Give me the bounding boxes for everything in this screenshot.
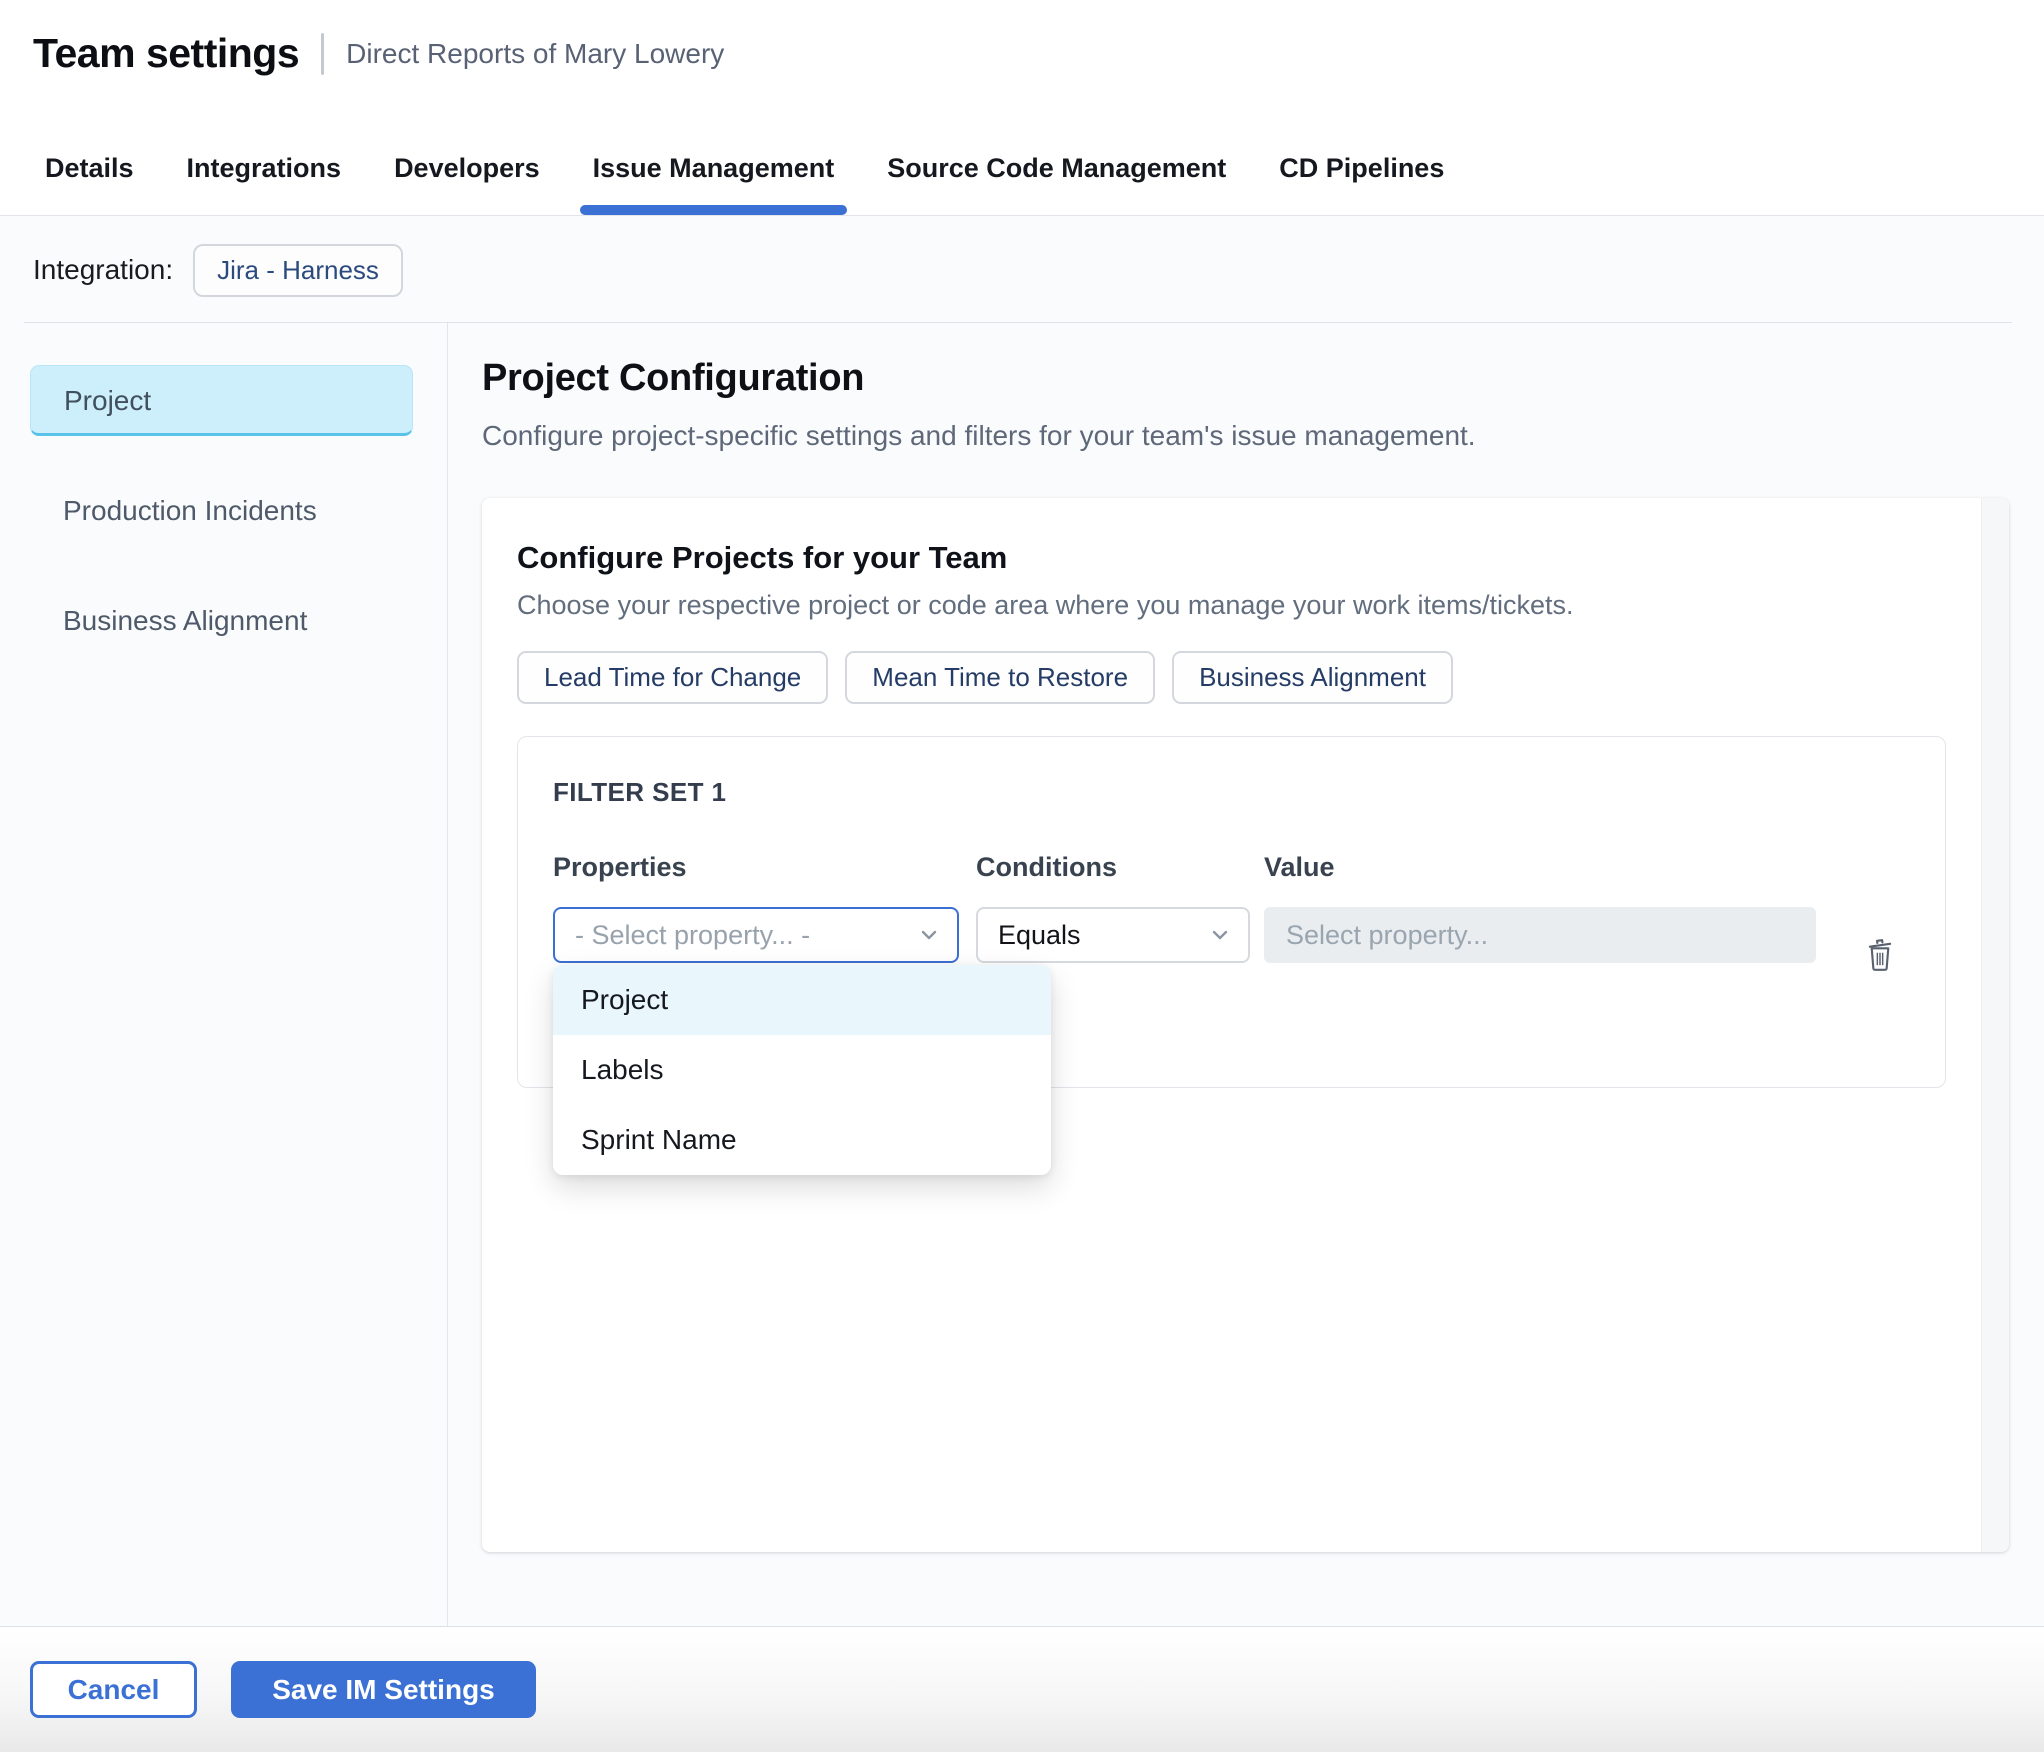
tab-label: CD Pipelines [1279,153,1445,183]
integration-chip[interactable]: Jira - Harness [193,243,403,297]
filter-set-box: FILTER SET 1 Properties - Select propert… [517,736,1946,1175]
sidebar-item[interactable]: Production Incidents [30,476,413,546]
sidebar-item-label: Production Incidents [63,495,317,526]
page-subtitle: Direct Reports of Mary Lowery [346,37,725,69]
integration-bar: Integration: Jira - Harness [0,217,2044,323]
card-subtitle: Choose your respective project or code a… [517,590,1574,620]
dropdown-option-label: Sprint Name [581,1124,737,1155]
filter-set-title: FILTER SET 1 [553,777,727,807]
conditions-label: Conditions [976,852,1117,882]
dropdown-option[interactable]: Sprint Name [553,1105,1051,1175]
title-row: Team settings Direct Reports of Mary Low… [0,0,2044,77]
conditions-select[interactable]: Equals [976,907,1250,963]
tab[interactable]: Details [45,153,134,215]
delete-filter-button[interactable] [1860,932,1900,976]
metric-chip-label: Lead Time for Change [544,662,802,692]
configure-projects-card: Configure Projects for your Team Choose … [482,498,2009,1552]
metric-chip-label: Mean Time to Restore [872,662,1129,692]
metric-chip[interactable]: Business Alignment [1172,651,1453,704]
tab-label: Details [45,153,134,183]
metric-chip[interactable]: Mean Time to Restore [845,651,1156,704]
chevron-down-icon [1208,923,1232,947]
filter-row: Properties - Select property... - Projec… [553,852,1945,1175]
tab[interactable]: Integrations [187,153,342,215]
conditions-column: Conditions Equals [976,852,1250,963]
section-title: Project Configuration [482,357,865,399]
trash-icon [1864,936,1896,972]
card-title: Configure Projects for your Team [517,540,1008,575]
value-column: Value [1264,852,1816,963]
value-input[interactable] [1264,907,1816,963]
properties-label: Properties [553,852,687,882]
dropdown-option[interactable]: Labels [553,1035,1051,1105]
tab-label: Developers [394,153,540,183]
footer-bar: Cancel Save IM Settings [0,1626,2044,1752]
sidebar-item-label: Project [64,385,152,416]
properties-select-value: - Select property... - [575,919,811,950]
tab-label: Source Code Management [887,153,1227,183]
tab[interactable]: Developers [394,153,540,215]
tab[interactable]: Source Code Management [887,153,1226,215]
metric-chip[interactable]: Lead Time for Change [517,651,829,704]
sidebar-item[interactable]: Business Alignment [30,586,413,656]
page-header: Team settings Direct Reports of Mary Low… [0,0,2044,216]
main-panel: Project Configuration Configure project-… [448,323,2044,1626]
cancel-button[interactable]: Cancel [30,1661,197,1718]
dropdown-option-label: Project [581,984,669,1015]
tab-bar: Details Integrations Developers Issue Manag… [45,153,1444,215]
tab[interactable]: CD Pipelines [1279,153,1444,215]
integration-inner: Integration: Jira - Harness [0,217,2044,323]
page-title: Team settings [33,30,300,76]
integration-label: Integration: [33,254,174,285]
save-im-settings-button[interactable]: Save IM Settings [231,1661,536,1718]
properties-select[interactable]: - Select property... - [553,907,959,963]
team-settings-page: Team settings Direct Reports of Mary Low… [0,0,2044,1752]
tab-label: Integrations [186,153,342,183]
dropdown-option-label: Labels [581,1054,664,1085]
chevron-down-icon [917,923,941,947]
dropdown-option[interactable]: Project [553,965,1051,1035]
tab-label: Issue Management [592,153,835,183]
tab[interactable]: Issue Management [579,153,847,215]
scrollbar-track[interactable] [1981,498,2009,1552]
sidebar: Project Production Incidents Business Alig… [0,323,448,1626]
title-divider [321,32,325,75]
metric-chip-row: Lead Time for Change Mean Time to Restore… [517,651,1945,704]
properties-dropdown: Project Labels Sprint Name [553,965,1051,1175]
properties-column: Properties - Select property... - Projec… [553,852,1051,1175]
value-label: Value [1264,852,1335,882]
section-subtitle: Configure project-specific settings and … [482,420,1476,451]
content-area: Project Production Incidents Business Alig… [0,323,2044,1626]
metric-chip-label: Business Alignment [1199,662,1426,692]
conditions-select-value: Equals [998,919,1081,950]
sidebar-item[interactable]: Project [30,365,413,436]
sidebar-item-label: Business Alignment [63,605,308,636]
